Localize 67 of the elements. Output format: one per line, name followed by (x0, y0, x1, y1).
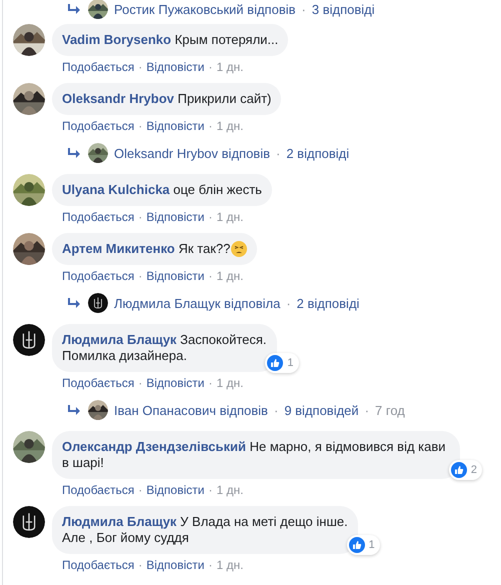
action-link[interactable]: Подобається (62, 118, 134, 134)
timestamp: 7 год (375, 402, 405, 418)
separator-dot: · (138, 375, 142, 391)
comment-text: Oleksandr Hrybov Прикрили сайт) (62, 91, 272, 107)
comment-text: Артем Микитенко Як так?? (62, 241, 230, 257)
action-link[interactable]: Відповісти (146, 59, 204, 75)
separator-dot: · (208, 118, 212, 134)
separator-dot: · (208, 482, 212, 498)
emoji-icon (231, 241, 248, 257)
separator-dot: · (208, 268, 212, 284)
action-link[interactable]: Відповісти (146, 268, 204, 284)
reply-count-link[interactable]: 9 відповідей (284, 402, 359, 418)
action-link[interactable]: Відповісти (146, 557, 204, 573)
replies-link[interactable]: Ростик Пужаковський відповів (114, 2, 296, 16)
author-link[interactable]: Vadim Borysenko (62, 32, 172, 47)
author-link[interactable]: Oleksandr Hrybov (62, 91, 174, 106)
action-link[interactable]: Подобається (62, 375, 134, 391)
thumbs-up-icon (267, 355, 284, 371)
comment-text: Vadim Borysenko Крым потеряли... (62, 32, 278, 48)
separator-dot: · (138, 557, 142, 573)
replies-link[interactable]: Людмила Блащук відповіла (114, 296, 280, 310)
separator-dot: · (138, 268, 142, 284)
separator-dot: · (208, 375, 212, 391)
action-link[interactable]: Відповісти (146, 482, 204, 498)
action-link[interactable]: Подобається (62, 268, 134, 284)
reply-count-link[interactable]: 2 відповіді (286, 146, 350, 160)
separator-dot: · (138, 118, 142, 134)
author-link[interactable]: Ulyana Kulchicka (62, 182, 170, 197)
trident-avatar-icon (13, 506, 45, 538)
separator-dot: · (274, 402, 278, 418)
separator-dot: · (208, 557, 212, 573)
separator-dot: · (208, 59, 212, 75)
thumbs-up-icon (450, 462, 467, 478)
comment-text: Людмила Блащук Заспокойтеся. Помилка дизайнера. (62, 332, 267, 364)
author-link[interactable]: Артем Микитенко (62, 241, 175, 256)
comment-text: Людмила Блащук У Влада на меті дещо інше. Але , Бог йому суддя (62, 514, 348, 546)
replies-link[interactable]: Іван Опанасович відповів (114, 402, 268, 418)
separator-dot: · (208, 209, 212, 225)
action-link[interactable]: Подобається (62, 59, 134, 75)
separator-dot: · (138, 209, 142, 225)
reply-arrow-icon (68, 148, 80, 158)
action-link[interactable]: Відповісти (146, 118, 204, 134)
comment-text: Олександр Дзендзелівський Не марно, я відмовився від кави в шарі! (62, 439, 447, 471)
action-link[interactable]: Відповісти (146, 209, 204, 225)
author-link[interactable]: Олександр Дзендзелівський (62, 439, 246, 454)
action-link[interactable]: Подобається (62, 482, 134, 498)
separator-dot: · (302, 2, 306, 16)
author-link[interactable]: Людмила Блащук (62, 332, 177, 347)
author-link[interactable]: Людмила Блащук (62, 514, 177, 529)
action-link[interactable]: Подобається (62, 557, 134, 573)
separator-dot: · (138, 482, 142, 498)
action-link[interactable]: Відповісти (146, 375, 204, 391)
thumbs-up-icon (348, 537, 365, 553)
trident-avatar-icon (13, 324, 45, 356)
reply-arrow-icon (68, 405, 80, 415)
separator-dot: · (364, 402, 370, 418)
reply-arrow-icon (68, 298, 80, 308)
comment-text: Ulyana Kulchicka оце блін жесть (62, 182, 262, 198)
separator-dot: · (286, 296, 291, 310)
separator-dot: · (276, 146, 280, 160)
reply-count-link[interactable]: 2 відповіді (296, 296, 360, 310)
replies-link[interactable]: Oleksandr Hrybov відповів (114, 146, 270, 160)
action-link[interactable]: Подобається (62, 209, 134, 225)
reply-count-link[interactable]: 3 відповіді (312, 2, 375, 16)
separator-dot: · (138, 59, 142, 75)
trident-avatar-icon (88, 293, 108, 313)
reply-arrow-icon (68, 4, 80, 14)
